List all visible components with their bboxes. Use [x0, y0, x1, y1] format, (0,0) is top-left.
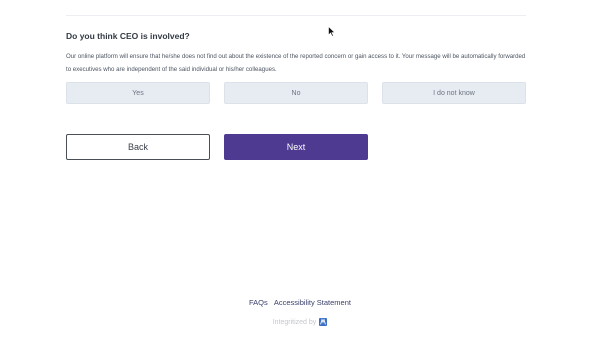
faqs-link[interactable]: FAQs [249, 298, 268, 307]
next-button[interactable]: Next [224, 134, 368, 160]
footer-credit: Integritized by [0, 318, 600, 326]
top-divider [66, 15, 526, 16]
answer-options: Yes No I do not know [66, 82, 526, 104]
accessibility-statement-link[interactable]: Accessibility Statement [274, 298, 351, 307]
integritized-logo-icon[interactable] [319, 318, 328, 326]
footer-links: FAQs Accessibility Statement [0, 298, 600, 307]
credit-text: Integritized by [272, 318, 317, 326]
question-description: Our online platform will ensure that he/… [66, 53, 526, 73]
option-do-not-know-button[interactable]: I do not know [382, 82, 526, 104]
option-yes-button[interactable]: Yes [66, 82, 210, 104]
question-title: Do you think CEO is involved? [66, 31, 190, 41]
back-button[interactable]: Back [66, 134, 210, 160]
option-no-button[interactable]: No [224, 82, 368, 104]
mouse-cursor-icon [328, 26, 336, 37]
